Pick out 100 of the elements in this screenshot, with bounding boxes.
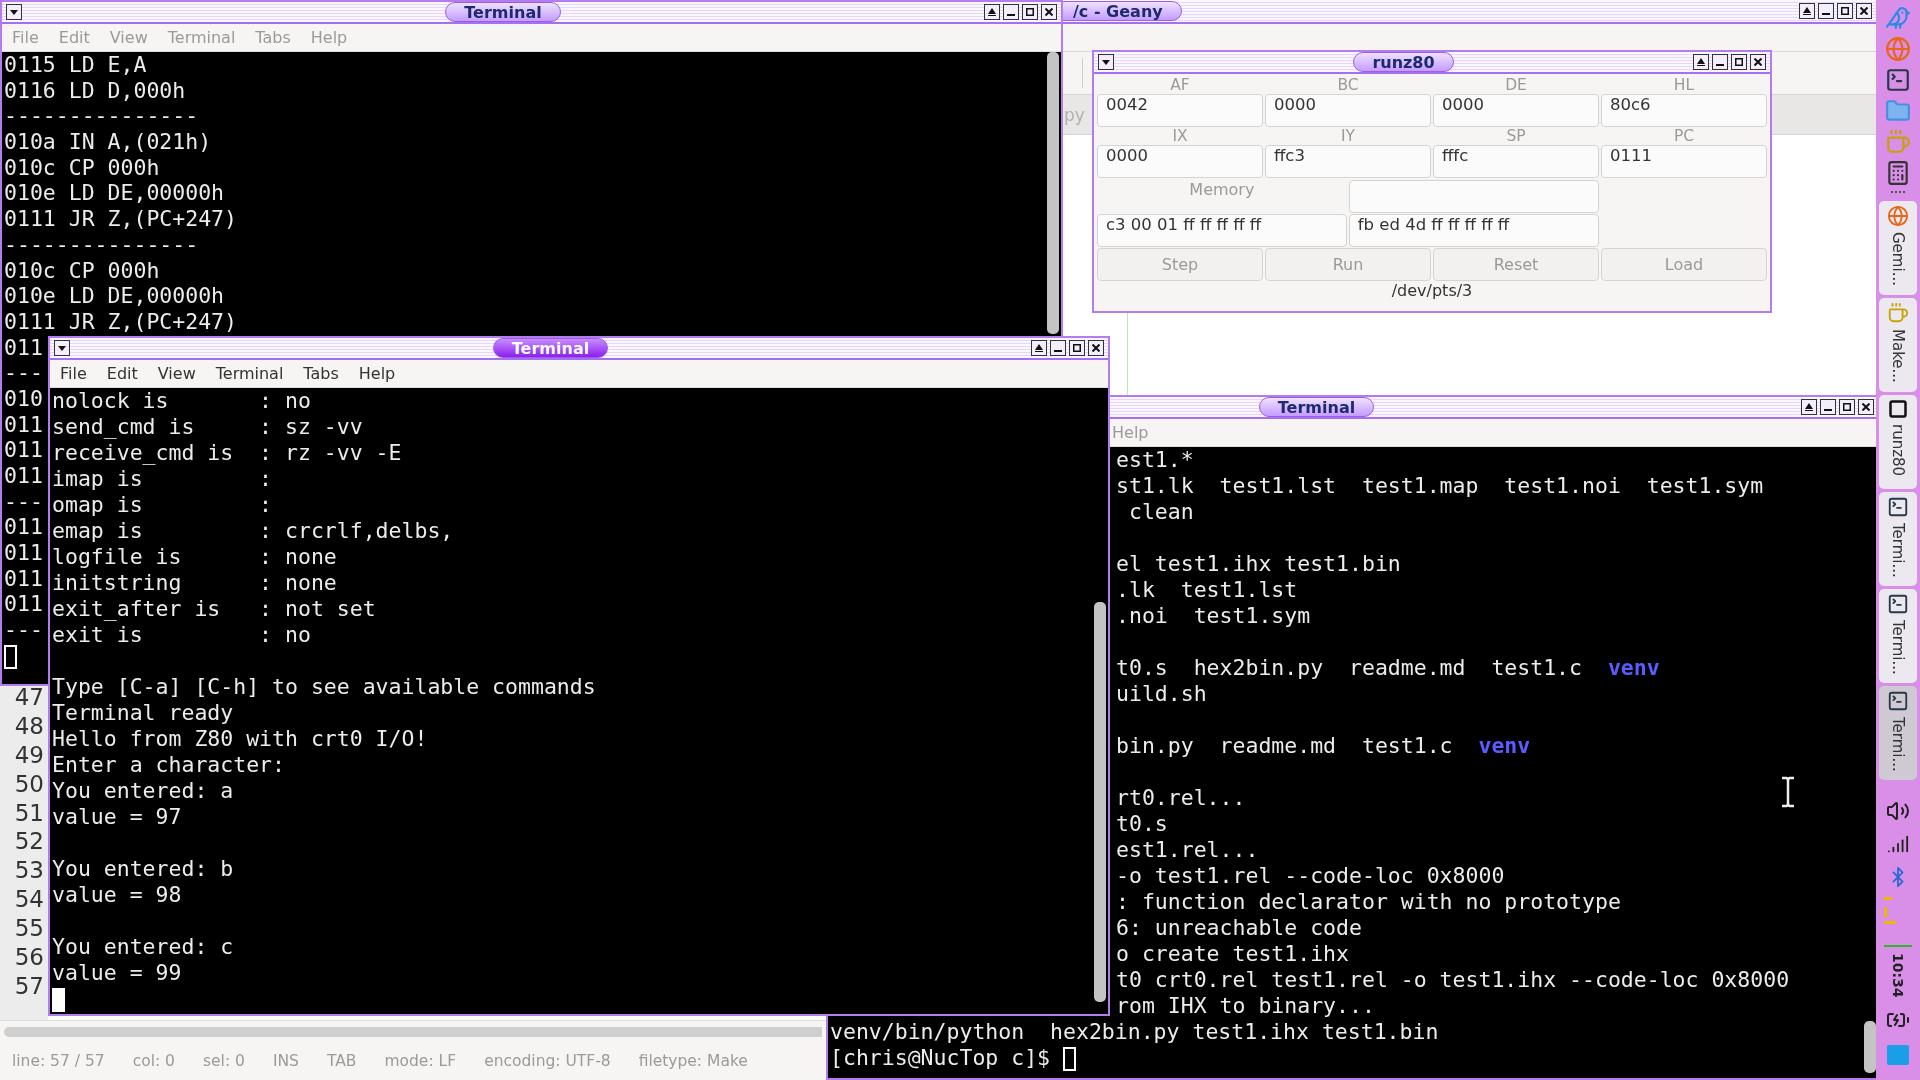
globe-icon <box>1887 205 1909 227</box>
close-button[interactable] <box>1750 54 1766 70</box>
menu-item[interactable]: View <box>157 364 196 383</box>
scrollbar-thumb[interactable] <box>1047 52 1059 334</box>
close-icon <box>1092 344 1100 352</box>
line-number: 57 <box>14 972 44 1001</box>
menu-item[interactable]: Edit <box>106 364 138 383</box>
maximize-icon <box>1026 8 1034 16</box>
menu-item[interactable]: Tabs <box>303 364 339 383</box>
terminal-icon <box>1887 593 1909 615</box>
shade-button[interactable] <box>1693 54 1709 70</box>
address-field[interactable] <box>1348 180 1599 213</box>
terminal-text: Type [C-a] [C-h] to see available commands <box>52 674 596 699</box>
shade-icon <box>988 8 996 16</box>
minimize-icon <box>1716 64 1724 66</box>
terminal-text: .noi test1.sym <box>1116 603 1311 628</box>
register-label: DE <box>1504 76 1528 93</box>
memory-label: Memory <box>1188 180 1256 201</box>
maximize-button[interactable] <box>1069 340 1085 356</box>
terminal-text: 010e LD DE,00000h <box>4 283 225 309</box>
minimize-button[interactable] <box>1712 54 1728 70</box>
close-icon <box>1754 58 1762 66</box>
memory-field[interactable]: fb ed 4d ff ff ff ff ff <box>1348 214 1599 247</box>
window-menu-button[interactable] <box>1098 54 1114 70</box>
line-number: 48 <box>14 712 44 741</box>
device-label: /dev/pts/3 <box>1390 281 1474 302</box>
calculator-icon[interactable] <box>1885 159 1911 186</box>
line-number: 49 <box>14 741 44 770</box>
terminal-text: omap is : <box>52 492 273 517</box>
shade-icon <box>1697 58 1705 66</box>
maximize-icon <box>1841 7 1849 15</box>
status-item: INS <box>272 1052 299 1070</box>
maximize-button[interactable] <box>1839 399 1855 415</box>
minimize-icon <box>1007 14 1015 16</box>
register-field[interactable]: 0000 <box>1433 94 1599 127</box>
maximize-button[interactable] <box>1731 54 1747 70</box>
terminal-text: est1.* <box>1116 447 1194 472</box>
task-button[interactable]: Termi... <box>1879 686 1917 780</box>
minimize-button[interactable] <box>1003 4 1019 20</box>
status-item: col: 0 <box>132 1052 175 1070</box>
terminal-text: --- <box>4 360 43 386</box>
menu-item[interactable]: File <box>60 364 87 383</box>
register-label: SP <box>1505 127 1527 144</box>
scrollbar-thumb[interactable] <box>4 1027 822 1037</box>
terminal-text: 010c CP 000h <box>4 154 160 180</box>
maximize-button[interactable] <box>1837 3 1853 19</box>
register-field[interactable]: fffc <box>1433 145 1599 178</box>
close-button[interactable] <box>1858 399 1874 415</box>
scrollbar-thumb[interactable] <box>1094 602 1106 1002</box>
register-field[interactable]: 80c6 <box>1601 94 1767 127</box>
terminal-text: est1.rel... <box>1116 837 1259 862</box>
line-number: 53 <box>14 857 44 886</box>
task-button[interactable]: Gemi... <box>1879 201 1917 295</box>
register-field[interactable]: 0000 <box>1097 145 1263 178</box>
shade-button[interactable] <box>1801 399 1817 415</box>
task-button[interactable]: Termi... <box>1879 492 1917 586</box>
status-item: sel: 0 <box>203 1052 245 1070</box>
scrollbar-thumb[interactable] <box>1864 1021 1876 1073</box>
terminal-text: 011 <box>4 540 43 566</box>
task-button[interactable]: Make... <box>1879 298 1917 392</box>
close-icon <box>1045 8 1053 16</box>
minimize-icon <box>1822 13 1830 15</box>
shade-button[interactable] <box>984 4 1000 20</box>
register-field[interactable]: ffc3 <box>1265 145 1431 178</box>
clock[interactable]: 10:34 <box>1890 953 1906 998</box>
close-button[interactable] <box>1041 4 1057 20</box>
status-item: filetype: Make <box>638 1052 748 1070</box>
terminal-icon[interactable] <box>1885 66 1911 93</box>
register-field[interactable]: 0111 <box>1601 145 1767 178</box>
shade-button[interactable] <box>1799 3 1815 19</box>
close-button[interactable] <box>1088 340 1104 356</box>
memory-field[interactable]: c3 00 01 ff ff ff ff ff <box>1097 214 1347 247</box>
menu-item[interactable]: Terminal <box>215 364 284 383</box>
terminal-text: exit is : no <box>52 622 311 647</box>
directory-name: venv <box>1478 733 1531 758</box>
menu-item[interactable]: Help <box>358 364 396 383</box>
terminal-text: t0 crt0.rel test1.rel -o test1.ihx --code-loc 0x8000 <box>1116 967 1790 992</box>
register-field[interactable]: 0042 <box>1097 94 1263 127</box>
window-menu-button[interactable] <box>54 340 70 356</box>
close-button[interactable] <box>1856 3 1872 19</box>
task-button[interactable]: runz80 <box>1879 395 1917 489</box>
window-menu-button[interactable] <box>6 4 22 20</box>
task-button[interactable]: Termi... <box>1879 589 1917 683</box>
terminal-text: 011 <box>4 514 43 540</box>
minimize-button[interactable] <box>1820 399 1836 415</box>
minimize-button[interactable] <box>1818 3 1834 19</box>
minimize-button[interactable] <box>1050 340 1066 356</box>
register-field[interactable]: 0000 <box>1265 94 1431 127</box>
status-item: mode: LF <box>384 1052 457 1070</box>
shade-button[interactable] <box>1031 340 1047 356</box>
terminal-text: imap is : <box>52 466 273 491</box>
terminal-text: 0111 JR Z,(PC+247) <box>4 206 237 232</box>
terminal-text: --------------- <box>4 103 199 129</box>
terminal-text: rom IHX to binary... <box>1116 993 1375 1018</box>
terminal-text: You entered: c <box>52 934 234 959</box>
terminal-text: You entered: b <box>52 856 234 881</box>
cup-icon <box>1887 302 1909 324</box>
maximize-button[interactable] <box>1022 4 1038 20</box>
terminal-text: st1.lk test1.lst test1.map test1.noi test1.sym <box>1116 473 1764 498</box>
terminal-text: 0116 LD D,000h <box>4 77 186 103</box>
